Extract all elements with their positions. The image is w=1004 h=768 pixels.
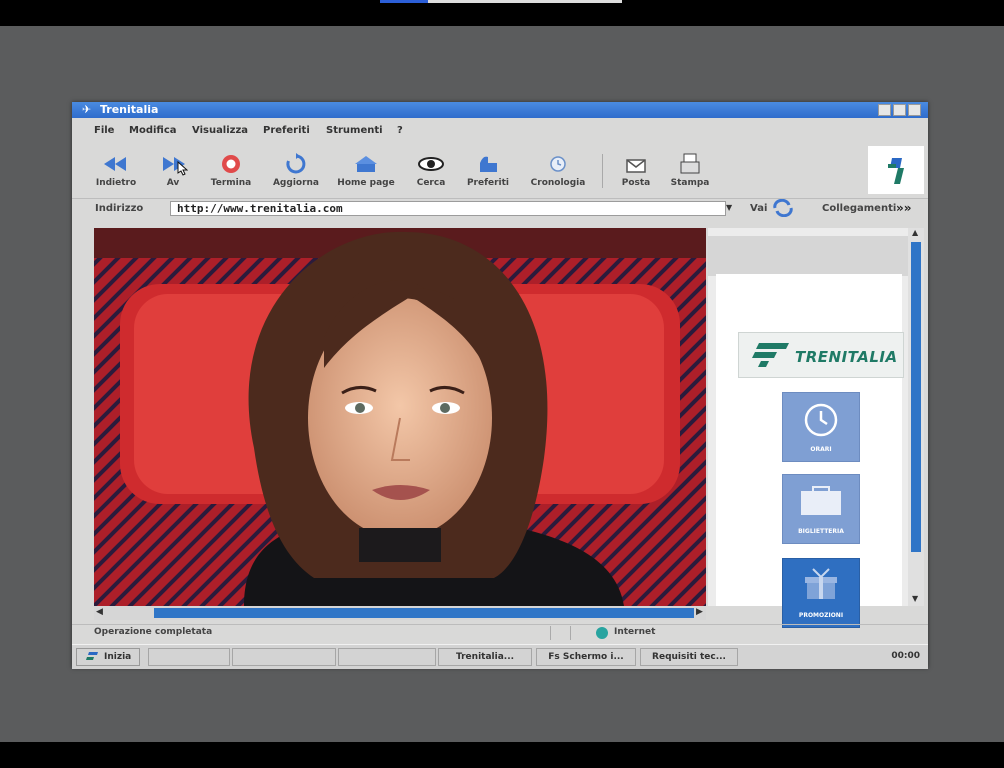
menu-preferiti[interactable]: Preferiti (263, 125, 310, 136)
back-icon (104, 157, 126, 171)
tv-bottom-bar (0, 742, 1004, 768)
links-label[interactable]: Collegamenti (822, 203, 896, 214)
taskbar-item-fs-schermo[interactable]: Fs Schermo i... (536, 648, 636, 666)
minimize-button[interactable] (878, 104, 891, 116)
status-bar: Operazione completata Internet (72, 624, 928, 641)
vertical-scrollbar[interactable]: ▲ ▼ (908, 228, 924, 606)
browser-window: ✈ Trenitalia File Modifica Visualizza Pr… (72, 102, 928, 669)
ticket-icon (801, 486, 841, 515)
side-panel-header (708, 236, 908, 276)
trenitalia-logo-icon (888, 158, 904, 184)
taskbar-slot[interactable] (148, 648, 230, 666)
taskbar: Inizia Trenitalia... Fs Schermo i... Req… (72, 644, 928, 669)
links-chevron-icon[interactable]: »» (896, 201, 912, 215)
history-icon (550, 156, 566, 172)
start-label: Inizia (104, 652, 132, 662)
brand-logo-box (868, 146, 924, 194)
scroll-down-icon[interactable]: ▼ (912, 594, 918, 603)
video-content (94, 228, 706, 606)
forward-label: Av (166, 178, 180, 188)
trenitalia-banner[interactable]: TRENITALIA (738, 332, 904, 378)
horizontal-scroll-thumb[interactable] (154, 608, 694, 618)
home-label: Home page (337, 178, 395, 188)
trenitalia-logo-text: TRENITALIA (795, 348, 898, 366)
forward-button[interactable]: Av (140, 150, 206, 194)
search-icon (418, 157, 444, 171)
taskbar-slot[interactable] (338, 648, 436, 666)
favorites-icon (480, 156, 497, 172)
vertical-scroll-thumb[interactable] (911, 242, 921, 552)
app-icon: ✈ (82, 103, 92, 116)
side-panel-body: TRENITALIA ORARI BIGLIETTERIA PROMOZIONI (716, 274, 904, 628)
trenitalia-mark-icon (752, 343, 789, 367)
scroll-right-icon[interactable]: ▶ (696, 607, 703, 617)
taskbar-slot[interactable] (232, 648, 336, 666)
go-label[interactable]: Vai (750, 203, 767, 214)
menu-bar: File Modifica Visualizza Preferiti Strum… (72, 122, 928, 142)
side-panel: TRENITALIA ORARI BIGLIETTERIA PROMOZIONI (708, 228, 908, 628)
menu-modifica[interactable]: Modifica (129, 125, 177, 136)
refresh-button[interactable]: Aggiorna (263, 150, 329, 194)
clock-icon (804, 403, 838, 437)
history-button[interactable]: Cronologia (525, 150, 591, 194)
history-label: Cronologia (530, 178, 586, 188)
tile-orari[interactable]: ORARI (782, 392, 860, 462)
tile-biglietteria-label: BIGLIETTERIA (798, 528, 844, 535)
status-divider (550, 626, 551, 640)
taskbar-clock: 00:00 (891, 651, 920, 661)
print-button[interactable]: Stampa (657, 150, 723, 194)
home-icon (355, 156, 377, 172)
status-text: Operazione completata (94, 627, 213, 637)
address-dropdown-icon[interactable]: ▼ (726, 203, 736, 213)
menu-visualizza[interactable]: Visualizza (192, 125, 248, 136)
stop-label: Termina (210, 178, 252, 188)
menu-file[interactable]: File (94, 125, 114, 136)
stop-icon (222, 155, 240, 173)
tile-orari-label: ORARI (810, 446, 832, 453)
status-zone: Internet (614, 627, 656, 637)
close-button[interactable] (908, 104, 921, 116)
taskbar-item-trenitalia[interactable]: Trenitalia... (438, 648, 532, 666)
address-input[interactable]: http://www.trenitalia.com (170, 201, 726, 216)
favorites-label: Preferiti (466, 178, 510, 188)
favorites-button[interactable]: Preferiti (455, 150, 521, 194)
title-bar[interactable]: ✈ Trenitalia (72, 102, 928, 118)
person-photo (94, 228, 706, 606)
internet-zone-icon (596, 627, 608, 639)
start-button[interactable]: Inizia (76, 648, 140, 666)
start-icon (86, 652, 98, 660)
taskbar-item-requisiti[interactable]: Requisiti tec... (640, 648, 738, 666)
refresh-label: Aggiorna (272, 178, 320, 188)
address-label: Indirizzo (95, 203, 144, 214)
gift-icon (805, 568, 837, 599)
home-button[interactable]: Home page (333, 150, 399, 194)
stop-button[interactable]: Termina (198, 150, 264, 194)
scroll-up-icon[interactable]: ▲ (912, 228, 918, 237)
scroll-left-icon[interactable]: ◀ (96, 607, 103, 617)
forward-icon (163, 157, 188, 176)
horizontal-scrollbar[interactable]: ◀ ▶ (94, 606, 706, 620)
print-icon (680, 153, 700, 174)
tile-promozioni[interactable]: PROMOZIONI (782, 558, 860, 628)
status-divider (570, 626, 571, 640)
go-icon[interactable] (771, 199, 795, 217)
tile-promozioni-label: PROMOZIONI (798, 612, 844, 619)
menu-help[interactable]: ? (397, 125, 403, 136)
address-bar: Indirizzo http://www.trenitalia.com ▼ Va… (72, 198, 928, 221)
tv-top-strip-accent (380, 0, 428, 3)
window-title: Trenitalia (100, 103, 159, 116)
refresh-icon (286, 153, 306, 174)
tile-biglietteria[interactable]: BIGLIETTERIA (782, 474, 860, 544)
toolbar: Indietro Av Termina Aggiorna Home page C… (72, 146, 928, 196)
print-label: Stampa (670, 178, 710, 188)
menu-strumenti[interactable]: Strumenti (326, 125, 383, 136)
tv-top-bar (0, 0, 1004, 26)
mail-icon (626, 159, 646, 173)
maximize-button[interactable] (893, 104, 906, 116)
